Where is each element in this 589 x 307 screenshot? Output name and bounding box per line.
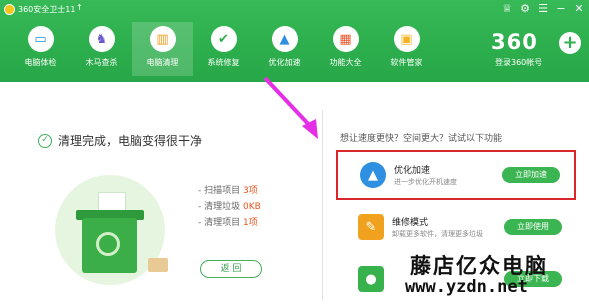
- divider: [322, 110, 323, 300]
- rocket-icon: ▲: [360, 162, 386, 188]
- result-row: ✓ 清理完成，电脑变得很干净: [38, 132, 202, 149]
- gear-icon: [96, 232, 120, 256]
- result-message: 清理完成，电脑变得很干净: [58, 134, 203, 148]
- back-button[interactable]: 返 回: [200, 260, 262, 278]
- optimize-now-button[interactable]: 立即加速: [502, 167, 560, 183]
- card-optimize[interactable]: ▲ 优化加速 进一步优化开机速度 立即加速: [336, 150, 576, 200]
- card-repair-mode[interactable]: ✎ 维修模式 卸载更多软件，清理更多垃圾 立即使用: [336, 204, 576, 254]
- cleanup-stats: - 扫描项目 3项 - 清理垃圾 0KB - 清理项目 1项: [198, 183, 261, 231]
- watermark-url: www.yzdn.net: [405, 277, 528, 297]
- stat-scanned: - 扫描项目 3项: [198, 186, 258, 196]
- cleanup-illustration: [40, 170, 180, 290]
- chat-icon: ●: [358, 266, 384, 292]
- stat-junk: - 清理垃圾 0KB: [198, 202, 261, 212]
- wrench-icon: ✎: [358, 214, 384, 240]
- use-now-button[interactable]: 立即使用: [504, 219, 562, 235]
- watermark-text: 藤店亿众电脑: [410, 253, 548, 278]
- check-circle-icon: ✓: [38, 133, 52, 148]
- suggestions-header: 想让速度更快？空间更大？试试以下功能: [340, 134, 503, 144]
- stat-cleaned: - 清理项目 1项: [198, 218, 258, 228]
